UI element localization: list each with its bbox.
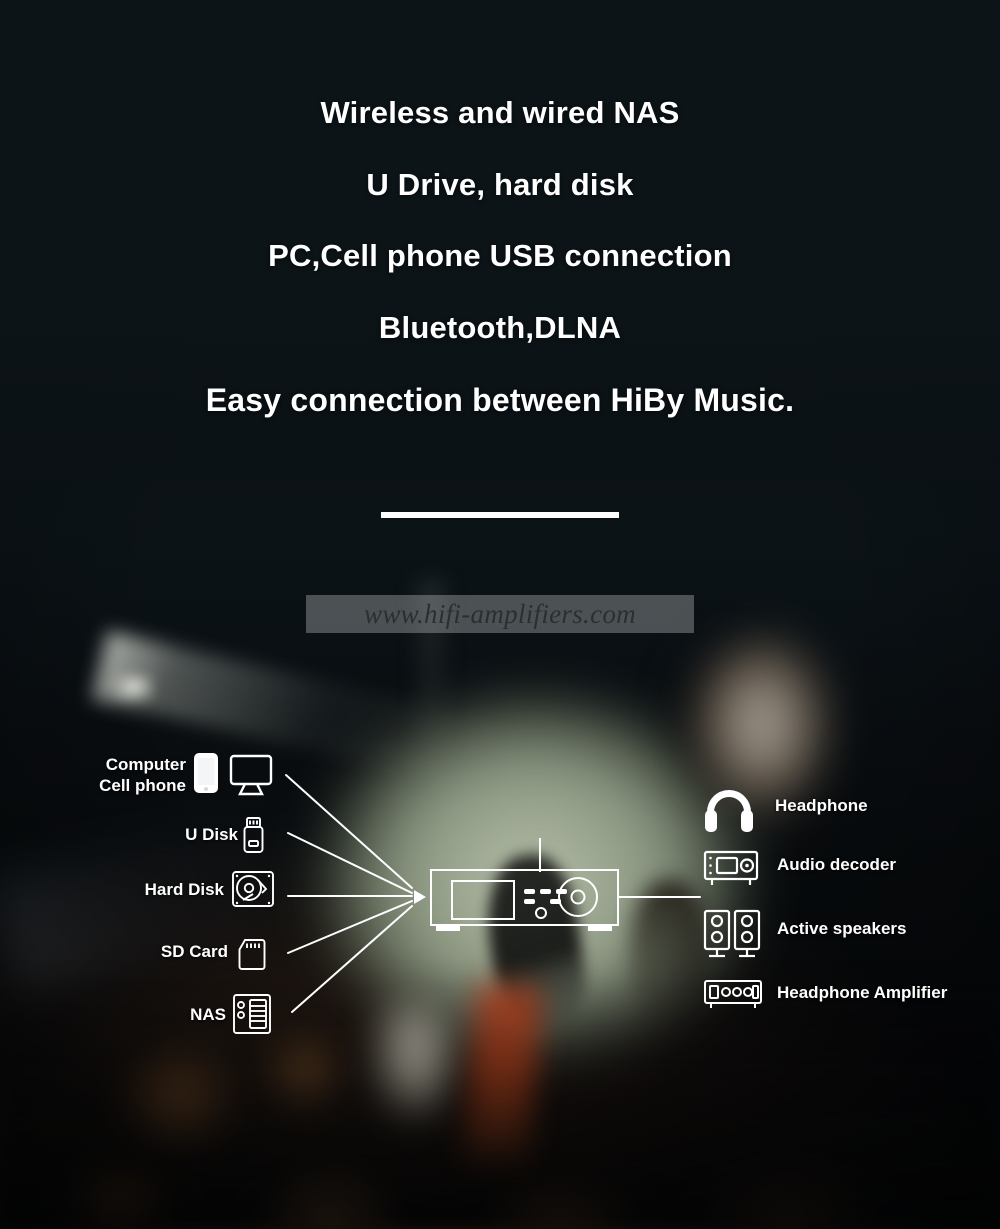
output-label-headphone-amplifier: Headphone Amplifier	[777, 983, 948, 1002]
source-label-nas: NAS	[190, 1005, 226, 1024]
output-label-audio-decoder: Audio decoder	[777, 855, 897, 874]
output-label-headphone: Headphone	[775, 796, 868, 815]
source-label-u-disk: U Disk	[185, 825, 238, 844]
source-label-computer-cell-phone: Computer Cell phone	[0, 754, 186, 797]
audio-decoder-icon	[703, 850, 759, 885]
nas-server-icon	[233, 994, 271, 1034]
usb-flash-drive-icon	[243, 817, 264, 853]
source-label-computer-line1: Computer	[105, 755, 186, 774]
hard-disk-icon	[232, 871, 274, 907]
headphone-amplifier-icon	[704, 980, 762, 1008]
arrow-head-icon	[414, 890, 426, 904]
headphone-icon	[705, 790, 753, 832]
cell-phone-icon	[194, 753, 218, 793]
sd-card-icon	[238, 939, 266, 970]
source-label-sd-card: SD Card	[160, 942, 228, 961]
active-speakers-icon	[703, 909, 761, 958]
source-label-hard-disk: Hard Disk	[144, 880, 224, 899]
hifi-player-icon	[430, 838, 619, 931]
connection-lines	[285, 774, 701, 1013]
source-label-computer-line2: Cell phone	[99, 776, 186, 796]
connectivity-diagram: Computer Cell phone U Disk Hard Disk SD …	[0, 0, 1000, 1229]
output-label-active-speakers: Active speakers	[777, 919, 907, 938]
diagram-canvas	[194, 753, 762, 1034]
promo-banner: Wireless and wired NAS U Drive, hard dis…	[0, 0, 1000, 1229]
computer-monitor-icon	[229, 754, 273, 796]
